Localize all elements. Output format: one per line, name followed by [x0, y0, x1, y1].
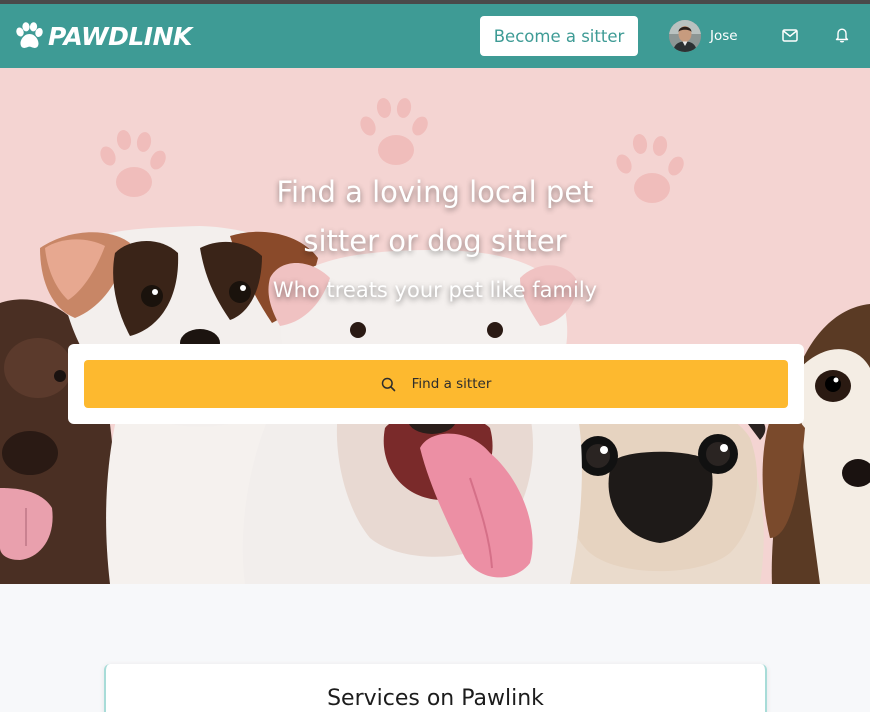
become-sitter-button[interactable]: Become a sitter — [480, 16, 638, 56]
find-sitter-button[interactable]: Find a sitter — [84, 360, 788, 408]
user-name: Jose — [710, 28, 738, 44]
find-sitter-label: Find a sitter — [411, 376, 492, 392]
services-title: Services on Pawlink — [327, 686, 544, 711]
search-card: Find a sitter — [68, 344, 804, 424]
navbar: PAWDLINK Become a sitter Jose — [0, 4, 870, 68]
mail-icon[interactable] — [781, 26, 799, 44]
hero-title: Find a loving local pet sitter or dog si… — [276, 175, 594, 258]
search-icon — [381, 377, 396, 392]
avatar — [669, 20, 701, 52]
brand-name: PAWDLINK — [48, 21, 192, 51]
hero-subtitle: Who treats your pet like family — [272, 278, 598, 302]
puppies-photo — [0, 98, 870, 584]
hero-banner: Find a loving local pet sitter or dog si… — [0, 68, 870, 584]
services-section: Services on Pawlink — [104, 664, 767, 712]
brand-logo[interactable]: PAWDLINK — [14, 20, 192, 52]
paw-icon — [14, 22, 44, 50]
user-menu[interactable]: Jose — [669, 20, 738, 52]
bell-icon[interactable] — [833, 26, 851, 44]
